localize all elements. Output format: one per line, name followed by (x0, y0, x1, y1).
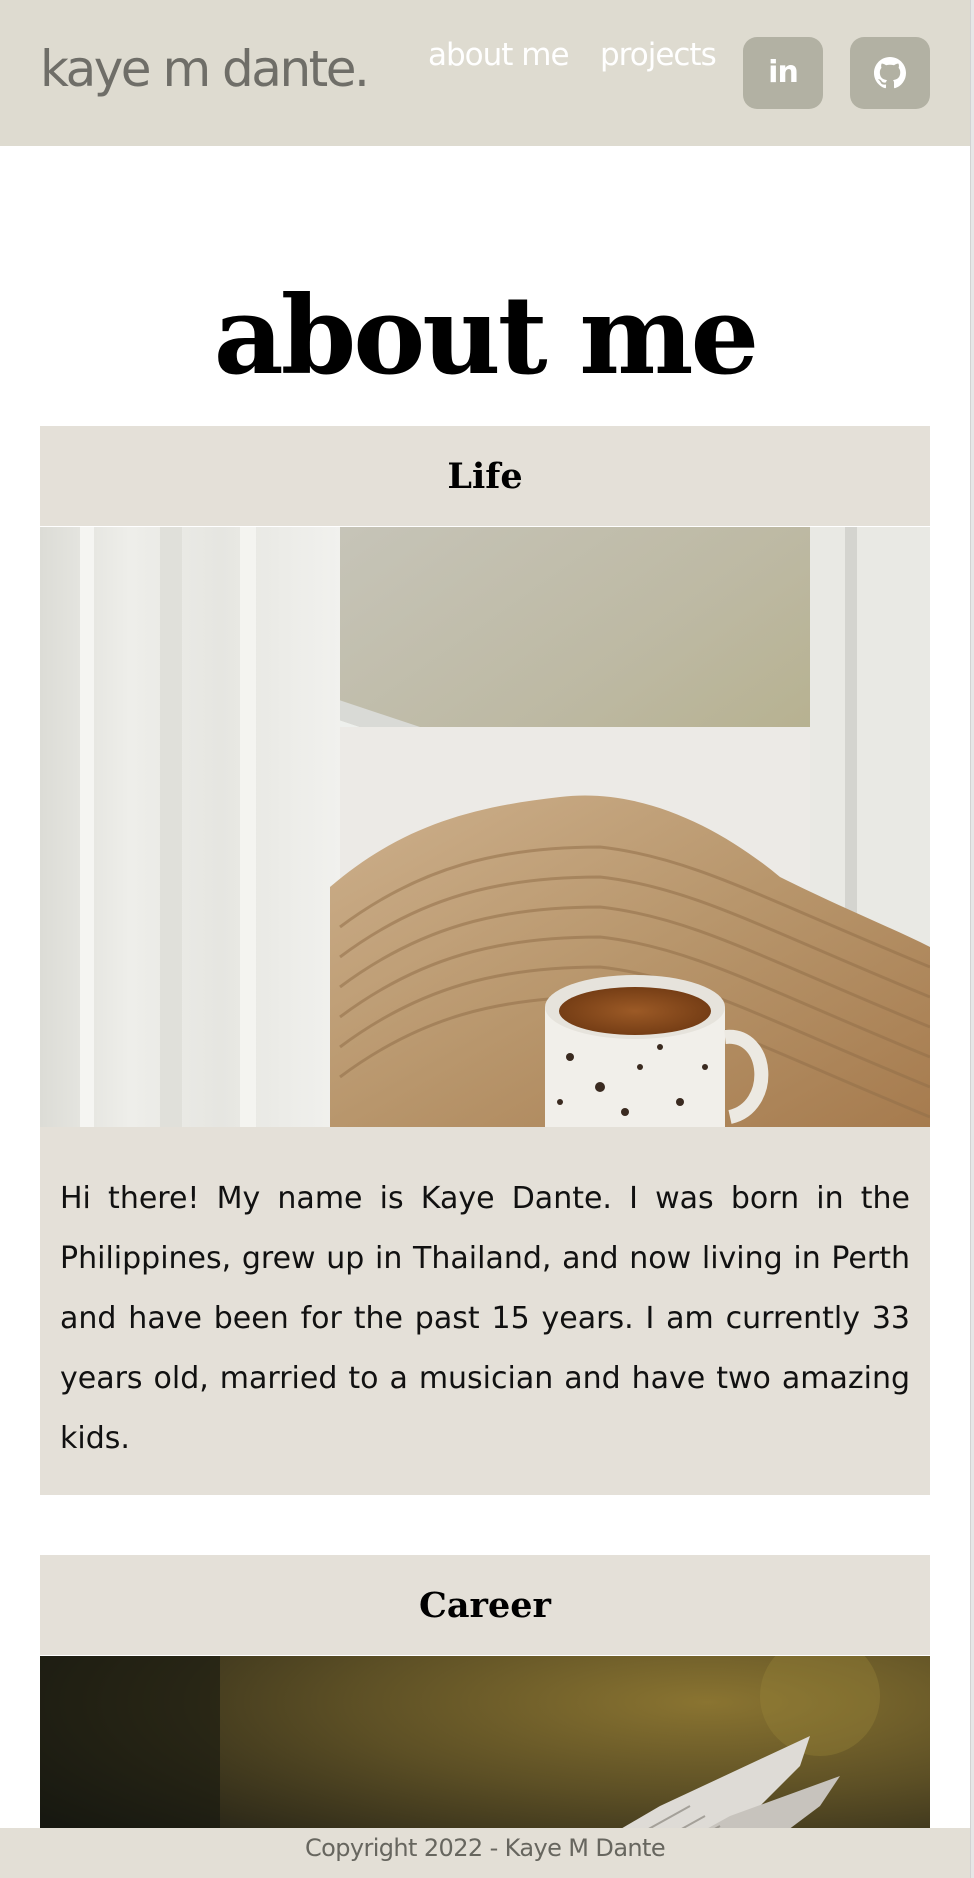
site-header: kaye m dante. about me projects in (0, 0, 970, 146)
github-button[interactable] (850, 37, 930, 109)
brand-logo[interactable]: kaye m dante. (40, 44, 370, 94)
linkedin-button[interactable]: in (743, 37, 823, 109)
page: kaye m dante. about me projects in about… (0, 0, 974, 1878)
section-heading-career: Career (40, 1555, 930, 1655)
cozy-window-tea-image (40, 527, 930, 1127)
linkedin-icon: in (768, 55, 799, 90)
page-scrollbar[interactable] (970, 0, 974, 1878)
life-bio-text: Hi there! My name is Kaye Dante. I was b… (60, 1181, 910, 1456)
section-heading-life: Life (40, 426, 930, 526)
site-footer: Copyright 2022 - Kaye M Dante (0, 1828, 970, 1878)
page-title: about me (213, 273, 760, 400)
life-text-panel: Hi there! My name is Kaye Dante. I was b… (40, 1127, 930, 1495)
github-icon (874, 57, 906, 89)
nav-projects[interactable]: projects (600, 40, 717, 71)
nav-about-me[interactable]: about me (428, 40, 570, 71)
life-photo (40, 527, 930, 1127)
copyright-text: Copyright 2022 - Kaye M Dante (304, 1834, 666, 1862)
